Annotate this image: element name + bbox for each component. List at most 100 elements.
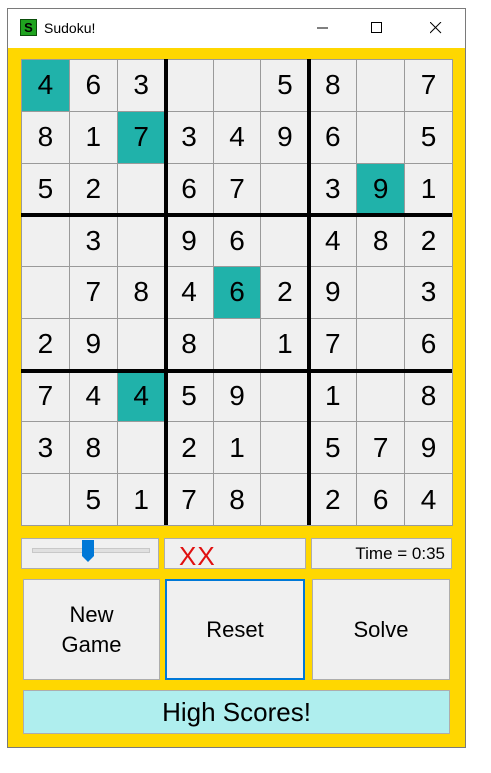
sudoku-cell[interactable] [356,59,406,112]
sudoku-cell[interactable]: 6 [356,473,406,526]
sudoku-cell[interactable]: 2 [404,214,453,268]
solve-button[interactable]: Solve [312,579,450,680]
sudoku-cell[interactable]: 2 [68,162,118,216]
sudoku-cell[interactable] [260,369,310,423]
sudoku-cell[interactable] [356,317,406,371]
sudoku-cell[interactable]: 1 [404,162,453,216]
sudoku-cell[interactable]: 6 [308,110,358,164]
title-bar[interactable]: S Sudoku! [8,9,465,48]
sudoku-cell[interactable]: 5 [21,162,70,216]
sudoku-cell[interactable]: 7 [212,162,262,216]
sudoku-cell[interactable]: 9 [356,162,406,216]
sudoku-cell[interactable]: 1 [260,317,310,371]
sudoku-cell[interactable]: 9 [164,214,214,268]
sudoku-cell[interactable]: 9 [308,266,358,319]
sudoku-cell[interactable]: 1 [308,369,358,423]
maximize-icon [371,22,382,33]
sudoku-cell[interactable]: 4 [68,369,118,423]
sudoku-cell[interactable]: 6 [404,317,453,371]
sudoku-cell[interactable] [260,214,310,268]
sudoku-cell[interactable]: 5 [68,473,118,526]
sudoku-cell[interactable] [356,369,406,423]
sudoku-cell[interactable] [260,162,310,216]
sudoku-cell[interactable] [116,317,166,371]
sudoku-cell[interactable]: 2 [260,266,310,319]
sudoku-cell[interactable] [212,317,262,371]
sudoku-cell[interactable]: 9 [260,110,310,164]
sudoku-cell[interactable]: 8 [356,214,406,268]
sudoku-cell[interactable]: 2 [308,473,358,526]
minimize-button[interactable] [300,9,346,48]
difficulty-slider[interactable] [21,538,159,569]
sudoku-cell[interactable] [356,110,406,164]
slider-thumb[interactable] [82,540,94,562]
sudoku-cell[interactable]: 8 [21,110,70,164]
sudoku-cell[interactable]: 3 [68,214,118,268]
sudoku-cell[interactable] [21,214,70,268]
sudoku-cell[interactable] [116,421,166,475]
sudoku-cell[interactable]: 2 [164,421,214,475]
box-divider-horizontal [21,368,452,373]
sudoku-cell[interactable]: 7 [68,266,118,319]
sudoku-cell[interactable]: 4 [308,214,358,268]
sudoku-cell[interactable]: 7 [404,59,453,112]
maximize-button[interactable] [354,9,400,48]
timer-display: Time = 0:35 [311,538,452,569]
sudoku-cell[interactable]: 3 [116,59,166,112]
sudoku-cell[interactable] [21,266,70,319]
sudoku-cell[interactable]: 4 [116,369,166,423]
sudoku-cell[interactable]: 5 [308,421,358,475]
close-icon [430,22,442,34]
sudoku-cell[interactable]: 1 [116,473,166,526]
sudoku-cell[interactable]: 4 [21,59,70,112]
sudoku-cell[interactable]: 5 [404,110,453,164]
sudoku-cell[interactable]: 5 [260,59,310,112]
sudoku-cell[interactable]: 4 [212,110,262,164]
sudoku-cell[interactable]: 7 [356,421,406,475]
sudoku-cell[interactable]: 8 [164,317,214,371]
sudoku-cell[interactable]: 8 [68,421,118,475]
sudoku-cell[interactable]: 7 [308,317,358,371]
sudoku-cell[interactable]: 7 [164,473,214,526]
sudoku-cell[interactable]: 5 [164,369,214,423]
minimize-icon [317,27,328,29]
sudoku-cell[interactable]: 6 [212,214,262,268]
sudoku-cell[interactable]: 8 [212,473,262,526]
close-button[interactable] [413,9,459,48]
sudoku-cell[interactable]: 3 [308,162,358,216]
mistakes-text: XX [179,541,216,571]
sudoku-cell[interactable]: 1 [68,110,118,164]
box-divider-horizontal [21,213,452,218]
new-game-button[interactable]: New Game [23,579,160,680]
sudoku-cell[interactable]: 8 [404,369,453,423]
sudoku-cell[interactable]: 3 [21,421,70,475]
sudoku-cell[interactable] [164,59,214,112]
high-scores-button[interactable]: High Scores! [23,690,450,734]
sudoku-cell[interactable]: 7 [21,369,70,423]
sudoku-cell[interactable]: 6 [68,59,118,112]
sudoku-cell[interactable]: 2 [21,317,70,371]
sudoku-cell[interactable] [116,214,166,268]
sudoku-cell[interactable]: 4 [404,473,453,526]
sudoku-cell[interactable]: 8 [308,59,358,112]
sudoku-cell[interactable]: 1 [212,421,262,475]
sudoku-cell[interactable] [21,473,70,526]
reset-button[interactable]: Reset [165,579,305,680]
sudoku-cell[interactable]: 8 [116,266,166,319]
sudoku-cell[interactable] [356,266,406,319]
sudoku-cell[interactable]: 6 [164,162,214,216]
sudoku-cell[interactable]: 3 [404,266,453,319]
sudoku-cell[interactable]: 7 [116,110,166,164]
sudoku-cell[interactable] [260,421,310,475]
sudoku-cell[interactable]: 9 [404,421,453,475]
sudoku-cell[interactable]: 9 [68,317,118,371]
sudoku-cell[interactable] [212,59,262,112]
mistakes-display: XX [164,538,306,571]
app-icon: S [20,19,37,36]
sudoku-cell[interactable]: 4 [164,266,214,319]
sudoku-cell[interactable]: 3 [164,110,214,164]
sudoku-cell[interactable]: 9 [212,369,262,423]
sudoku-cell[interactable] [116,162,166,216]
sudoku-cell[interactable]: 6 [212,266,262,319]
sudoku-cell[interactable] [260,473,310,526]
